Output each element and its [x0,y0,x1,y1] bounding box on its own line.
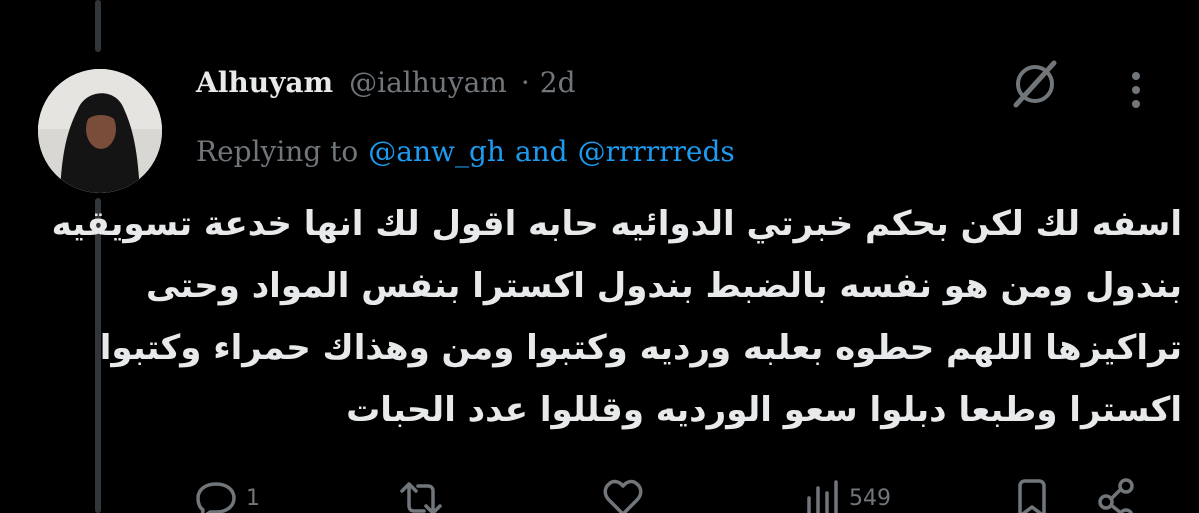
tweet-text-line: تراكيزها اللهم حطوه بعلبه ورديه وكتبوا و… [99,328,1182,368]
share-button[interactable] [1096,476,1140,513]
reply-icon [196,482,236,513]
author-handle[interactable]: @ialhuyam [349,66,507,99]
bookmark-icon [1018,479,1046,513]
tweet-text: اسفه لك لكن بحكم خبرتي الدوائيه حابه اقو… [51,193,1182,441]
thread-line-top [95,0,101,52]
more-vertical-icon[interactable] [1124,70,1148,112]
avatar-image [38,69,162,193]
timestamp[interactable]: 2d [540,66,576,99]
action-bar: 1 549 [0,476,1199,513]
replying-label: Replying to [196,134,359,168]
grok-icon[interactable] [1008,57,1062,111]
retweet-icon [400,482,442,513]
reply-button[interactable]: 1 [196,476,260,513]
tweet-header: Alhuyam @ialhuyam · 2d [196,62,576,102]
views-icon [807,480,838,513]
reply-conjunction: and [514,134,568,168]
replying-to: Replying to @anw_gh and @rrrrrreds [196,131,735,171]
heart-icon [603,479,643,513]
like-button[interactable] [603,476,643,513]
reply-count: 1 [246,486,260,511]
avatar[interactable] [38,69,162,193]
views-button[interactable]: 549 [803,476,891,513]
share-icon [1098,478,1134,513]
bookmark-button[interactable] [1012,476,1052,513]
reply-mention-rrrrrreds[interactable]: @rrrrrreds [578,135,735,168]
reply-mention-anw-gh[interactable]: @anw_gh [368,135,505,168]
tweet-text-line: اكسترا وطبعا دبلوا سعو الورديه وقللوا عد… [346,390,1182,430]
separator-dot: · [520,65,530,99]
tweet-text-line: بندول ومن هو نفسه بالضبط بندول اكسترا بن… [145,266,1182,306]
tweet-text-line: اسفه لك لكن بحكم خبرتي الدوائيه حابه اقو… [51,204,1182,244]
retweet-button[interactable] [398,476,444,513]
views-count: 549 [849,486,891,511]
author-name[interactable]: Alhuyam [196,66,333,99]
